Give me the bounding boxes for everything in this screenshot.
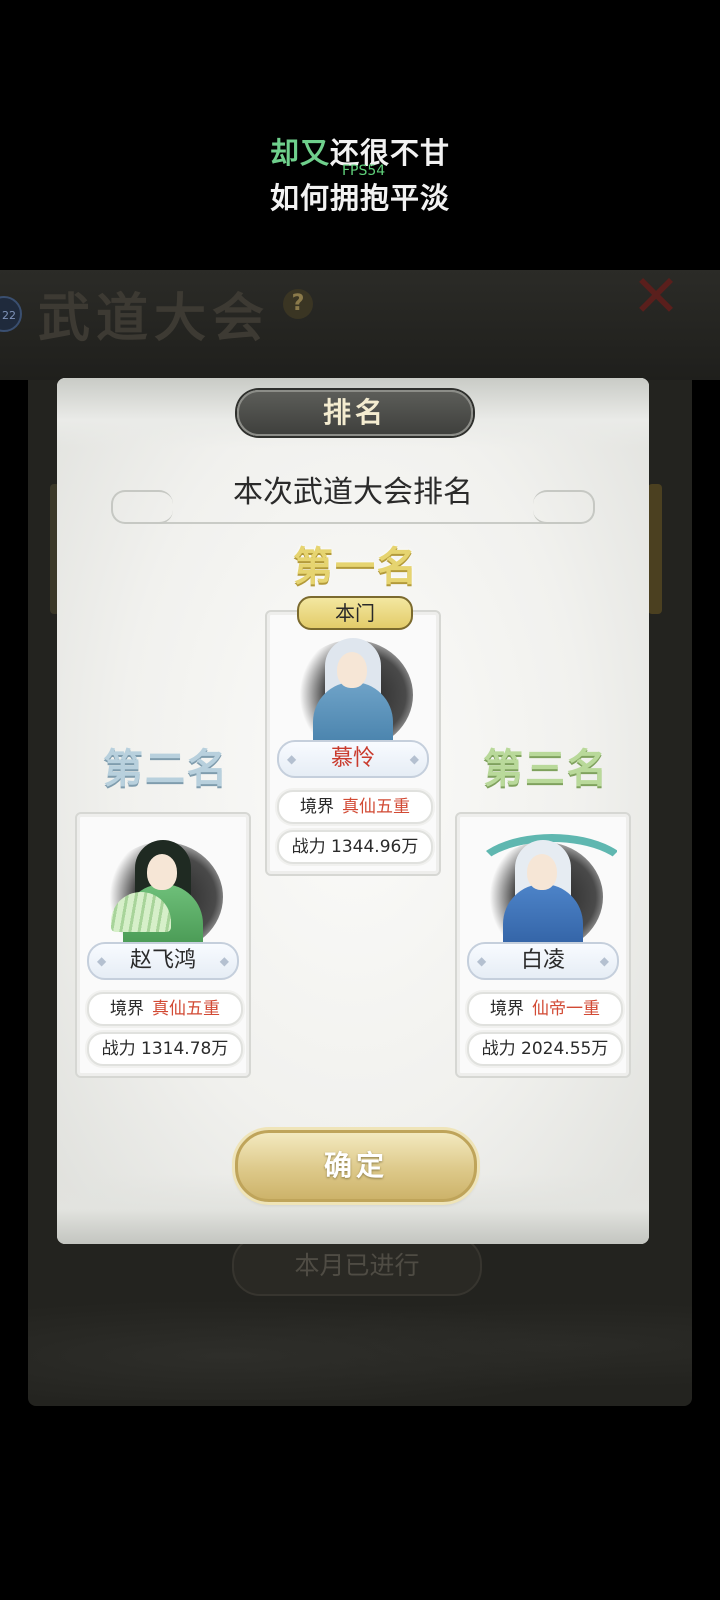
- portrait-face: [337, 652, 367, 688]
- background-title: 武道大会: [38, 288, 271, 349]
- realm-value: 仙帝一重: [532, 999, 600, 1019]
- rank-third-label: 第三名: [483, 746, 609, 792]
- realm-row: 境界 真仙五重: [87, 992, 243, 1026]
- realm-value: 真仙五重: [342, 797, 410, 817]
- lyric-line-2: 如何拥抱平淡: [269, 181, 450, 215]
- rank-card-third[interactable]: 白凌 境界仙帝一重 战力 2024.55万: [455, 812, 631, 1078]
- rank-card-second[interactable]: 赵飞鸿 境界真仙五重 战力 1314.78万: [75, 812, 251, 1078]
- modal-subtitle: 本次武道大会排名: [233, 475, 473, 510]
- power-row: 战力 2024.55万: [467, 1032, 623, 1066]
- realm-label: 境界: [110, 999, 144, 1019]
- modal-title: 排名: [237, 390, 473, 436]
- rank-card-first[interactable]: 本门 慕怜 境界真仙五重 战力 1344.96万: [265, 596, 441, 876]
- power-row: 战力 1314.78万: [87, 1032, 243, 1066]
- character-portrait: [469, 824, 617, 950]
- realm-row: 境界 真仙五重: [277, 790, 433, 824]
- realm-label: 境界: [490, 999, 524, 1019]
- month-status-button[interactable]: 本月已进行: [232, 1236, 482, 1296]
- portrait-face: [147, 854, 177, 890]
- background-side-decor-right: [648, 484, 662, 614]
- character-portrait: [89, 824, 237, 950]
- help-icon[interactable]: ?: [283, 289, 313, 319]
- power-row: 战力 1344.96万: [277, 830, 433, 864]
- portrait-face: [527, 854, 557, 890]
- confirm-button[interactable]: 确定: [235, 1130, 477, 1202]
- ranking-modal: 排名 本次武道大会排名 第一名 第二名 第三名 本门 慕怜 境界真仙五重 战力 …: [57, 378, 649, 1244]
- character-name: 赵飞鸿: [87, 942, 239, 980]
- sect-badge: 本门: [297, 596, 413, 630]
- character-name: 白凌: [467, 942, 619, 980]
- realm-label: 境界: [300, 797, 334, 817]
- character-portrait: [279, 622, 427, 748]
- screen: 却又还很不甘 FPS54 如何拥抱平淡 武道大会 ? 22 ✕ 本月已进行 排名…: [0, 0, 720, 1600]
- character-name: 慕怜: [277, 740, 429, 778]
- realm-value: 真仙五重: [152, 999, 220, 1019]
- realm-row: 境界 仙帝一重: [467, 992, 623, 1026]
- background-ink-swirl: [28, 1290, 692, 1400]
- rank-first-label: 第一名: [293, 544, 419, 590]
- close-icon[interactable]: ✕: [628, 267, 684, 325]
- lyric-highlight: 却又: [269, 136, 330, 170]
- rank-second-label: 第二名: [103, 746, 229, 792]
